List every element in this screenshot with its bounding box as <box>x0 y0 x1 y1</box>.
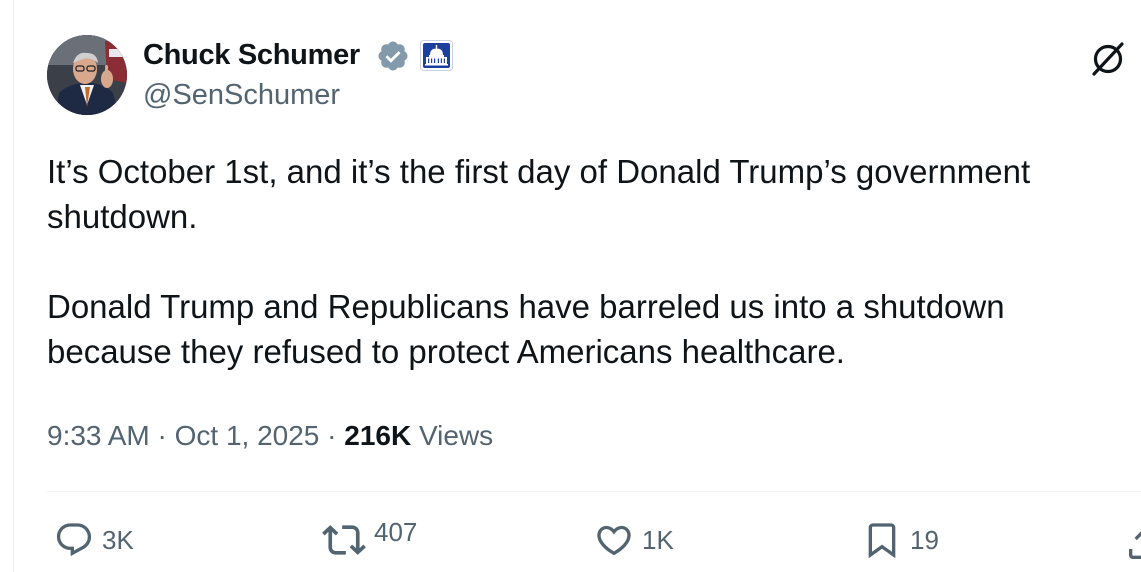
reply-button[interactable]: 3K <box>54 518 134 562</box>
views-label: Views <box>419 420 494 451</box>
share-button[interactable] <box>1124 524 1141 564</box>
reply-count: 3K <box>102 524 134 555</box>
avatar[interactable] <box>47 35 127 115</box>
meta-separator: · <box>327 420 337 451</box>
like-count: 1K <box>642 524 674 555</box>
verified-badge-icon <box>378 41 408 71</box>
post-time[interactable]: 9:33 AM <box>47 420 150 451</box>
like-button[interactable]: 1K <box>594 518 674 562</box>
bookmark-button[interactable]: 19 <box>862 518 939 562</box>
reply-icon <box>56 523 92 557</box>
tweet-meta: 9:33 AM · Oct 1, 2025 · 216K Views <box>47 420 493 452</box>
grok-icon[interactable] <box>1089 40 1127 78</box>
author-name[interactable]: Chuck Schumer <box>143 39 360 72</box>
capitol-building-icon[interactable] <box>420 40 453 71</box>
repost-button[interactable]: 407 <box>322 516 418 562</box>
heart-icon <box>597 525 631 556</box>
tweet-paragraph: Donald Trump and Republicans have barrel… <box>47 288 1005 370</box>
tweet-paragraph: It’s October 1st, and it’s the first day… <box>47 153 1031 235</box>
share-icon <box>1129 531 1141 559</box>
post-date[interactable]: Oct 1, 2025 <box>175 420 320 451</box>
repost-icon <box>322 525 366 555</box>
bookmark-icon <box>868 523 896 559</box>
repost-count: 407 <box>374 516 418 547</box>
meta-separator: · <box>157 420 167 451</box>
tweet-text: It’s October 1st, and it’s the first day… <box>47 149 1117 374</box>
divider <box>47 491 1141 492</box>
views-count: 216K <box>344 420 412 451</box>
thread-left-border <box>13 0 14 572</box>
bookmark-count: 19 <box>910 524 939 555</box>
author-handle[interactable]: @SenSchumer <box>143 79 340 112</box>
